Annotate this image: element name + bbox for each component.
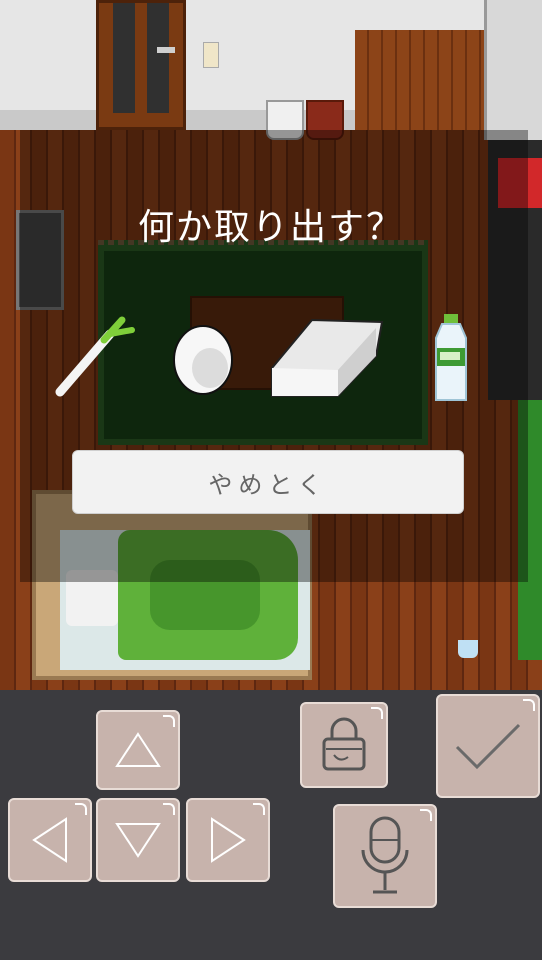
light-switch bbox=[203, 42, 219, 68]
door-handle bbox=[157, 47, 175, 53]
cup bbox=[458, 640, 478, 658]
cancel-button[interactable]: やめとく bbox=[72, 450, 464, 514]
wooden-panel bbox=[355, 30, 485, 130]
microphone-button[interactable] bbox=[333, 804, 437, 908]
dpad-right-button[interactable] bbox=[186, 798, 270, 882]
bag-icon bbox=[322, 717, 366, 771]
egg-item[interactable] bbox=[170, 316, 236, 396]
egg-icon bbox=[173, 325, 233, 395]
tofu-item[interactable] bbox=[268, 314, 386, 400]
door-glass bbox=[147, 3, 169, 113]
dpad-left-button[interactable] bbox=[8, 798, 92, 882]
microphone-icon bbox=[361, 816, 409, 894]
left-arrow-icon bbox=[32, 817, 67, 863]
door bbox=[96, 0, 186, 130]
door-glass bbox=[113, 3, 135, 113]
dpad-up-button[interactable] bbox=[96, 710, 180, 790]
up-arrow-icon bbox=[115, 732, 161, 767]
bag-button[interactable] bbox=[300, 702, 388, 788]
right-arrow-icon bbox=[211, 817, 246, 863]
tofu-icon bbox=[271, 318, 384, 397]
down-arrow-icon bbox=[115, 823, 161, 858]
dpad-down-button[interactable] bbox=[96, 798, 180, 882]
dialog-prompt: 何か取り出す？ bbox=[137, 207, 404, 248]
checkmark-icon bbox=[455, 723, 521, 770]
green-onion-icon bbox=[55, 316, 135, 397]
green-onion-item[interactable] bbox=[52, 312, 136, 398]
water-bottle-icon bbox=[435, 314, 467, 401]
confirm-button[interactable] bbox=[436, 694, 540, 798]
sink bbox=[484, 0, 542, 140]
water-bottle-item[interactable] bbox=[430, 312, 472, 404]
